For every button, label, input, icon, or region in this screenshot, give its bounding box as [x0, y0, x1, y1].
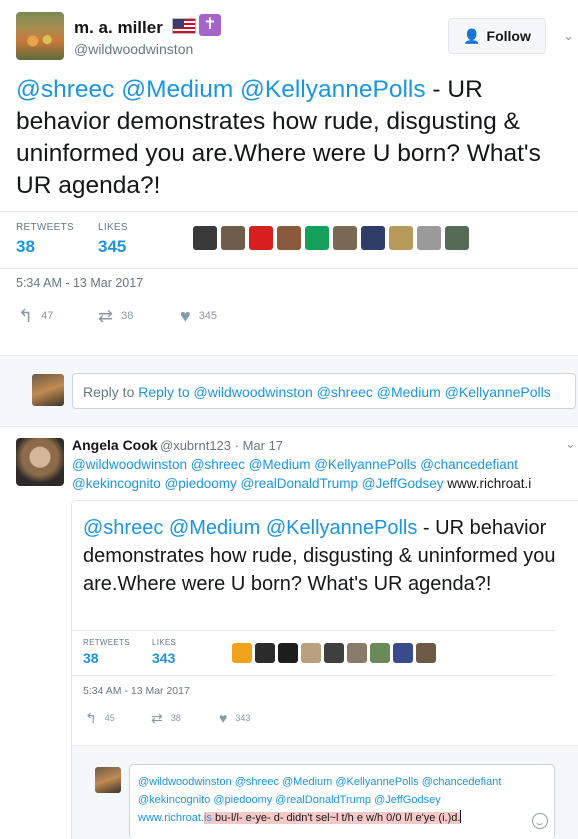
quoted-stats: RETWEETS 38 LIKES 343	[72, 630, 556, 676]
quoted-likes-count[interactable]: 343	[152, 650, 175, 666]
compose-line-2: @kekincognito @piedoomy @realDonaldTrump…	[138, 794, 441, 806]
likes-label: LIKES	[98, 222, 128, 233]
text-caret	[460, 810, 462, 823]
compose-link: www.richroat.	[138, 812, 205, 824]
liker-avatar[interactable]	[232, 643, 252, 663]
quoted-actions: ↰ 45 ⇄ 38 ♥ 343	[85, 711, 250, 725]
liker-avatar[interactable]	[301, 643, 321, 663]
reply-action[interactable]: ↰ 47	[18, 307, 98, 325]
compose-link-overflow: is	[204, 812, 212, 824]
liker-avatar[interactable]	[370, 643, 390, 663]
compose-textarea[interactable]: @wildwoodwinston @shreec @Medium @Kellya…	[129, 764, 555, 839]
follow-label: Follow	[486, 28, 531, 44]
liker-avatar[interactable]	[417, 226, 441, 250]
retweet-icon: ⇄	[151, 710, 163, 726]
like-action[interactable]: ♥ 343	[219, 711, 250, 725]
reply-author-meta[interactable]: @xubrnt123 · Mar 17	[160, 438, 283, 453]
quoted-mentions[interactable]: @shreec @Medium @KellyannePolls	[83, 517, 417, 539]
liker-avatar[interactable]	[389, 226, 413, 250]
quoted-timestamp[interactable]: 5:34 AM - 13 Mar 2017	[83, 685, 190, 697]
reply-count: 47	[41, 310, 54, 322]
like-action[interactable]: ♥ 345	[180, 307, 217, 325]
latin-cross-icon: ✝	[199, 14, 221, 36]
liker-avatar[interactable]	[255, 643, 275, 663]
liker-avatar[interactable]	[347, 643, 367, 663]
chevron-down-icon[interactable]: ⌄	[565, 436, 578, 451]
like-count: 343	[235, 713, 251, 723]
author-name[interactable]: m. a. miller	[74, 18, 163, 38]
liker-avatar[interactable]	[221, 226, 245, 250]
retweet-count: 38	[170, 713, 181, 723]
reply-icon: ↰	[85, 710, 97, 726]
liker-avatar[interactable]	[393, 643, 413, 663]
reply-text: @wildwoodwinston @shreec @Medium @Kellya…	[72, 455, 576, 493]
avatar[interactable]	[16, 12, 64, 60]
liker-avatar[interactable]	[277, 226, 301, 250]
liker-avatar[interactable]	[333, 226, 357, 250]
reply-line-2-link[interactable]: www.richroat.i	[444, 476, 531, 491]
quoted-liker-avatars	[232, 643, 436, 663]
author-handle[interactable]: @wildwoodwinston	[74, 41, 193, 57]
tweet-header: m. a. miller ✝ @wildwoodwinston 👤 Follow…	[0, 0, 578, 70]
liker-avatar[interactable]	[278, 643, 298, 663]
tweet-mentions[interactable]: @shreec @Medium @KellyannePolls	[16, 76, 426, 103]
reply-input[interactable]: Reply to Reply to @wildwoodwinston @shre…	[72, 373, 576, 409]
heart-icon: ♥	[180, 306, 191, 326]
tweet-timestamp[interactable]: 5:34 AM - 13 Mar 2017	[16, 276, 143, 290]
liker-avatar[interactable]	[193, 226, 217, 250]
liker-avatar[interactable]	[416, 643, 436, 663]
quoted-likes-label: LIKES	[152, 638, 177, 647]
reply-icon: ↰	[18, 306, 34, 326]
heart-icon: ♥	[219, 710, 228, 726]
follow-button[interactable]: 👤 Follow	[448, 18, 546, 54]
reply-prompt-mentions: Reply to @wildwoodwinston @shreec @Mediu…	[138, 384, 551, 400]
avatar	[95, 767, 121, 793]
reply-count: 45	[104, 713, 115, 723]
reply-action[interactable]: ↰ 45	[85, 711, 151, 725]
liker-avatar[interactable]	[305, 226, 329, 250]
follow-person-icon: 👤	[463, 27, 481, 44]
liker-avatar[interactable]	[445, 226, 469, 250]
liker-avatar[interactable]	[249, 226, 273, 250]
liker-avatar[interactable]	[324, 643, 344, 663]
emoji-icon[interactable]	[532, 813, 548, 829]
quoted-tweet-text: @shreec @Medium @KellyannePolls - UR beh…	[83, 514, 563, 598]
tweet-stats: RETWEETS 38 LIKES 345	[0, 211, 578, 269]
compose-overflow-text: bu-l/l- e-ye- d- didn't sel~l t/h e w/h …	[211, 812, 461, 824]
tweet-text: @shreec @Medium @KellyannePolls - UR beh…	[16, 74, 568, 202]
like-count: 345	[198, 310, 218, 322]
retweet-icon: ⇄	[98, 306, 114, 326]
likes-count[interactable]: 345	[98, 237, 126, 257]
reply-prompt-prefix: Reply to	[83, 384, 139, 400]
reply-author-name[interactable]: Angela Cook	[72, 437, 158, 453]
quoted-retweets-label: RETWEETS	[83, 638, 130, 647]
quoted-retweets-count[interactable]: 38	[83, 650, 99, 666]
tweet-actions: ↰ 47 ⇄ 38 ♥ 345	[18, 307, 217, 325]
liker-avatars	[193, 226, 469, 250]
chevron-down-icon[interactable]: ⌄	[563, 28, 577, 43]
reply-line-1[interactable]: @wildwoodwinston @shreec @Medium @Kellya…	[72, 455, 576, 474]
retweets-count[interactable]: 38	[16, 237, 35, 257]
liker-avatar[interactable]	[361, 226, 385, 250]
retweet-count: 38	[121, 310, 134, 322]
avatar[interactable]	[16, 438, 64, 486]
retweet-action[interactable]: ⇄ 38	[151, 711, 219, 725]
retweet-action[interactable]: ⇄ 38	[98, 307, 180, 325]
avatar	[32, 374, 64, 406]
us-flag-icon	[172, 18, 196, 34]
reply-line-2-mentions[interactable]: @kekincognito @piedoomy @realDonaldTrump…	[72, 476, 444, 491]
compose-line-1: @wildwoodwinston @shreec @Medium @Kellya…	[138, 776, 502, 788]
retweets-label: RETWEETS	[16, 222, 74, 233]
